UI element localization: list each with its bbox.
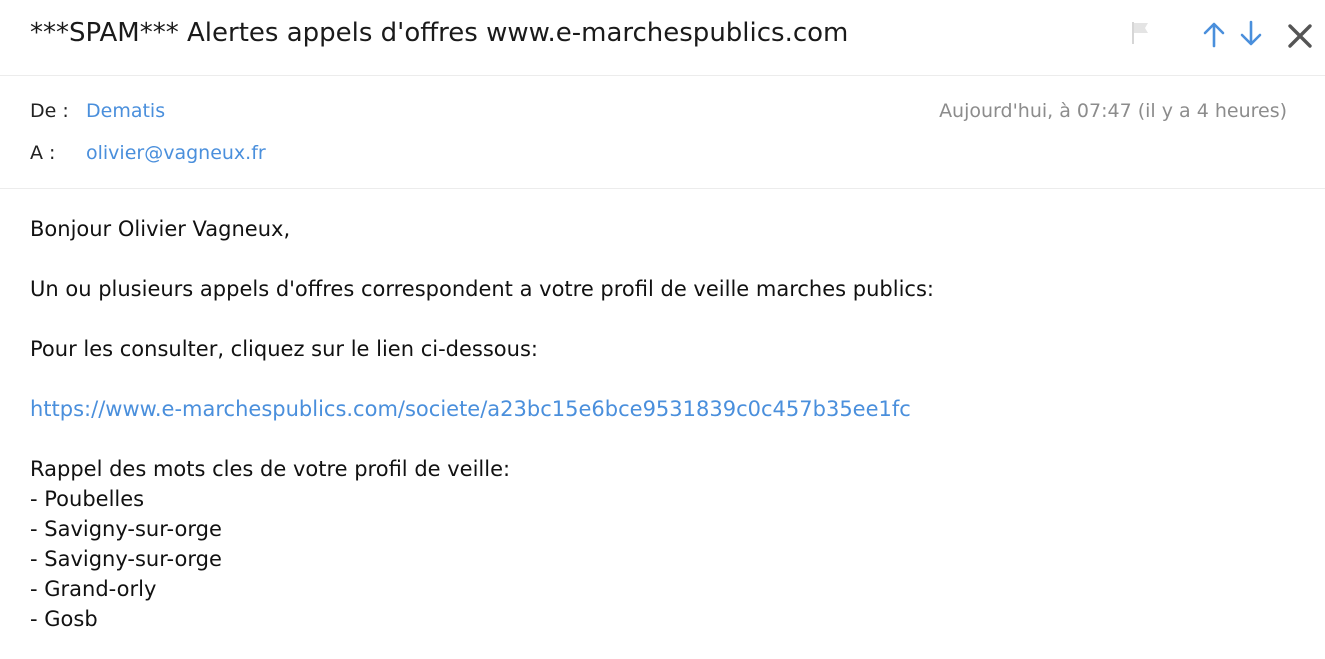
email-subject: ***SPAM*** Alertes appels d'offres www.e… xyxy=(30,18,849,48)
keywords-title: Rappel des mots cles de votre profil de … xyxy=(30,457,511,481)
email-date: Aujourd'hui, à 07:47 (il y a 4 heures) xyxy=(939,100,1287,122)
flag-icon[interactable] xyxy=(1126,19,1158,51)
email-view: ***SPAM*** Alertes appels d'offres www.e… xyxy=(0,0,1325,659)
keyword-item: - Grand-orly xyxy=(30,577,157,601)
keywords-list: - Poubelles - Savigny-sur-orge - Savigny… xyxy=(30,484,1290,634)
keyword-item: - Gosb xyxy=(30,607,98,631)
from-label: De : xyxy=(30,100,69,122)
email-meta: De : Dematis A : olivier@vagneux.fr Aujo… xyxy=(0,76,1325,189)
keyword-item: - Savigny-sur-orge xyxy=(30,517,222,541)
email-header: ***SPAM*** Alertes appels d'offres www.e… xyxy=(0,0,1325,76)
email-body: Bonjour Olivier Vagneux, Un ou plusieurs… xyxy=(30,214,1290,634)
body-paragraph: Un ou plusieurs appels d'offres correspo… xyxy=(30,277,934,301)
arrow-up-icon[interactable] xyxy=(1198,18,1230,50)
body-paragraph: Pour les consulter, cliquez sur le lien … xyxy=(30,337,538,361)
recipient-link[interactable]: olivier@vagneux.fr xyxy=(86,142,266,164)
sender-link[interactable]: Dematis xyxy=(86,100,165,122)
arrow-down-icon[interactable] xyxy=(1235,18,1267,50)
keyword-item: - Savigny-sur-orge xyxy=(30,547,222,571)
greeting-text: Bonjour Olivier Vagneux, xyxy=(30,217,291,241)
keyword-item: - Poubelles xyxy=(30,487,145,511)
close-icon[interactable] xyxy=(1284,18,1316,50)
to-label: A : xyxy=(30,142,56,164)
consult-link[interactable]: https://www.e-marchespublics.com/societe… xyxy=(30,397,911,421)
